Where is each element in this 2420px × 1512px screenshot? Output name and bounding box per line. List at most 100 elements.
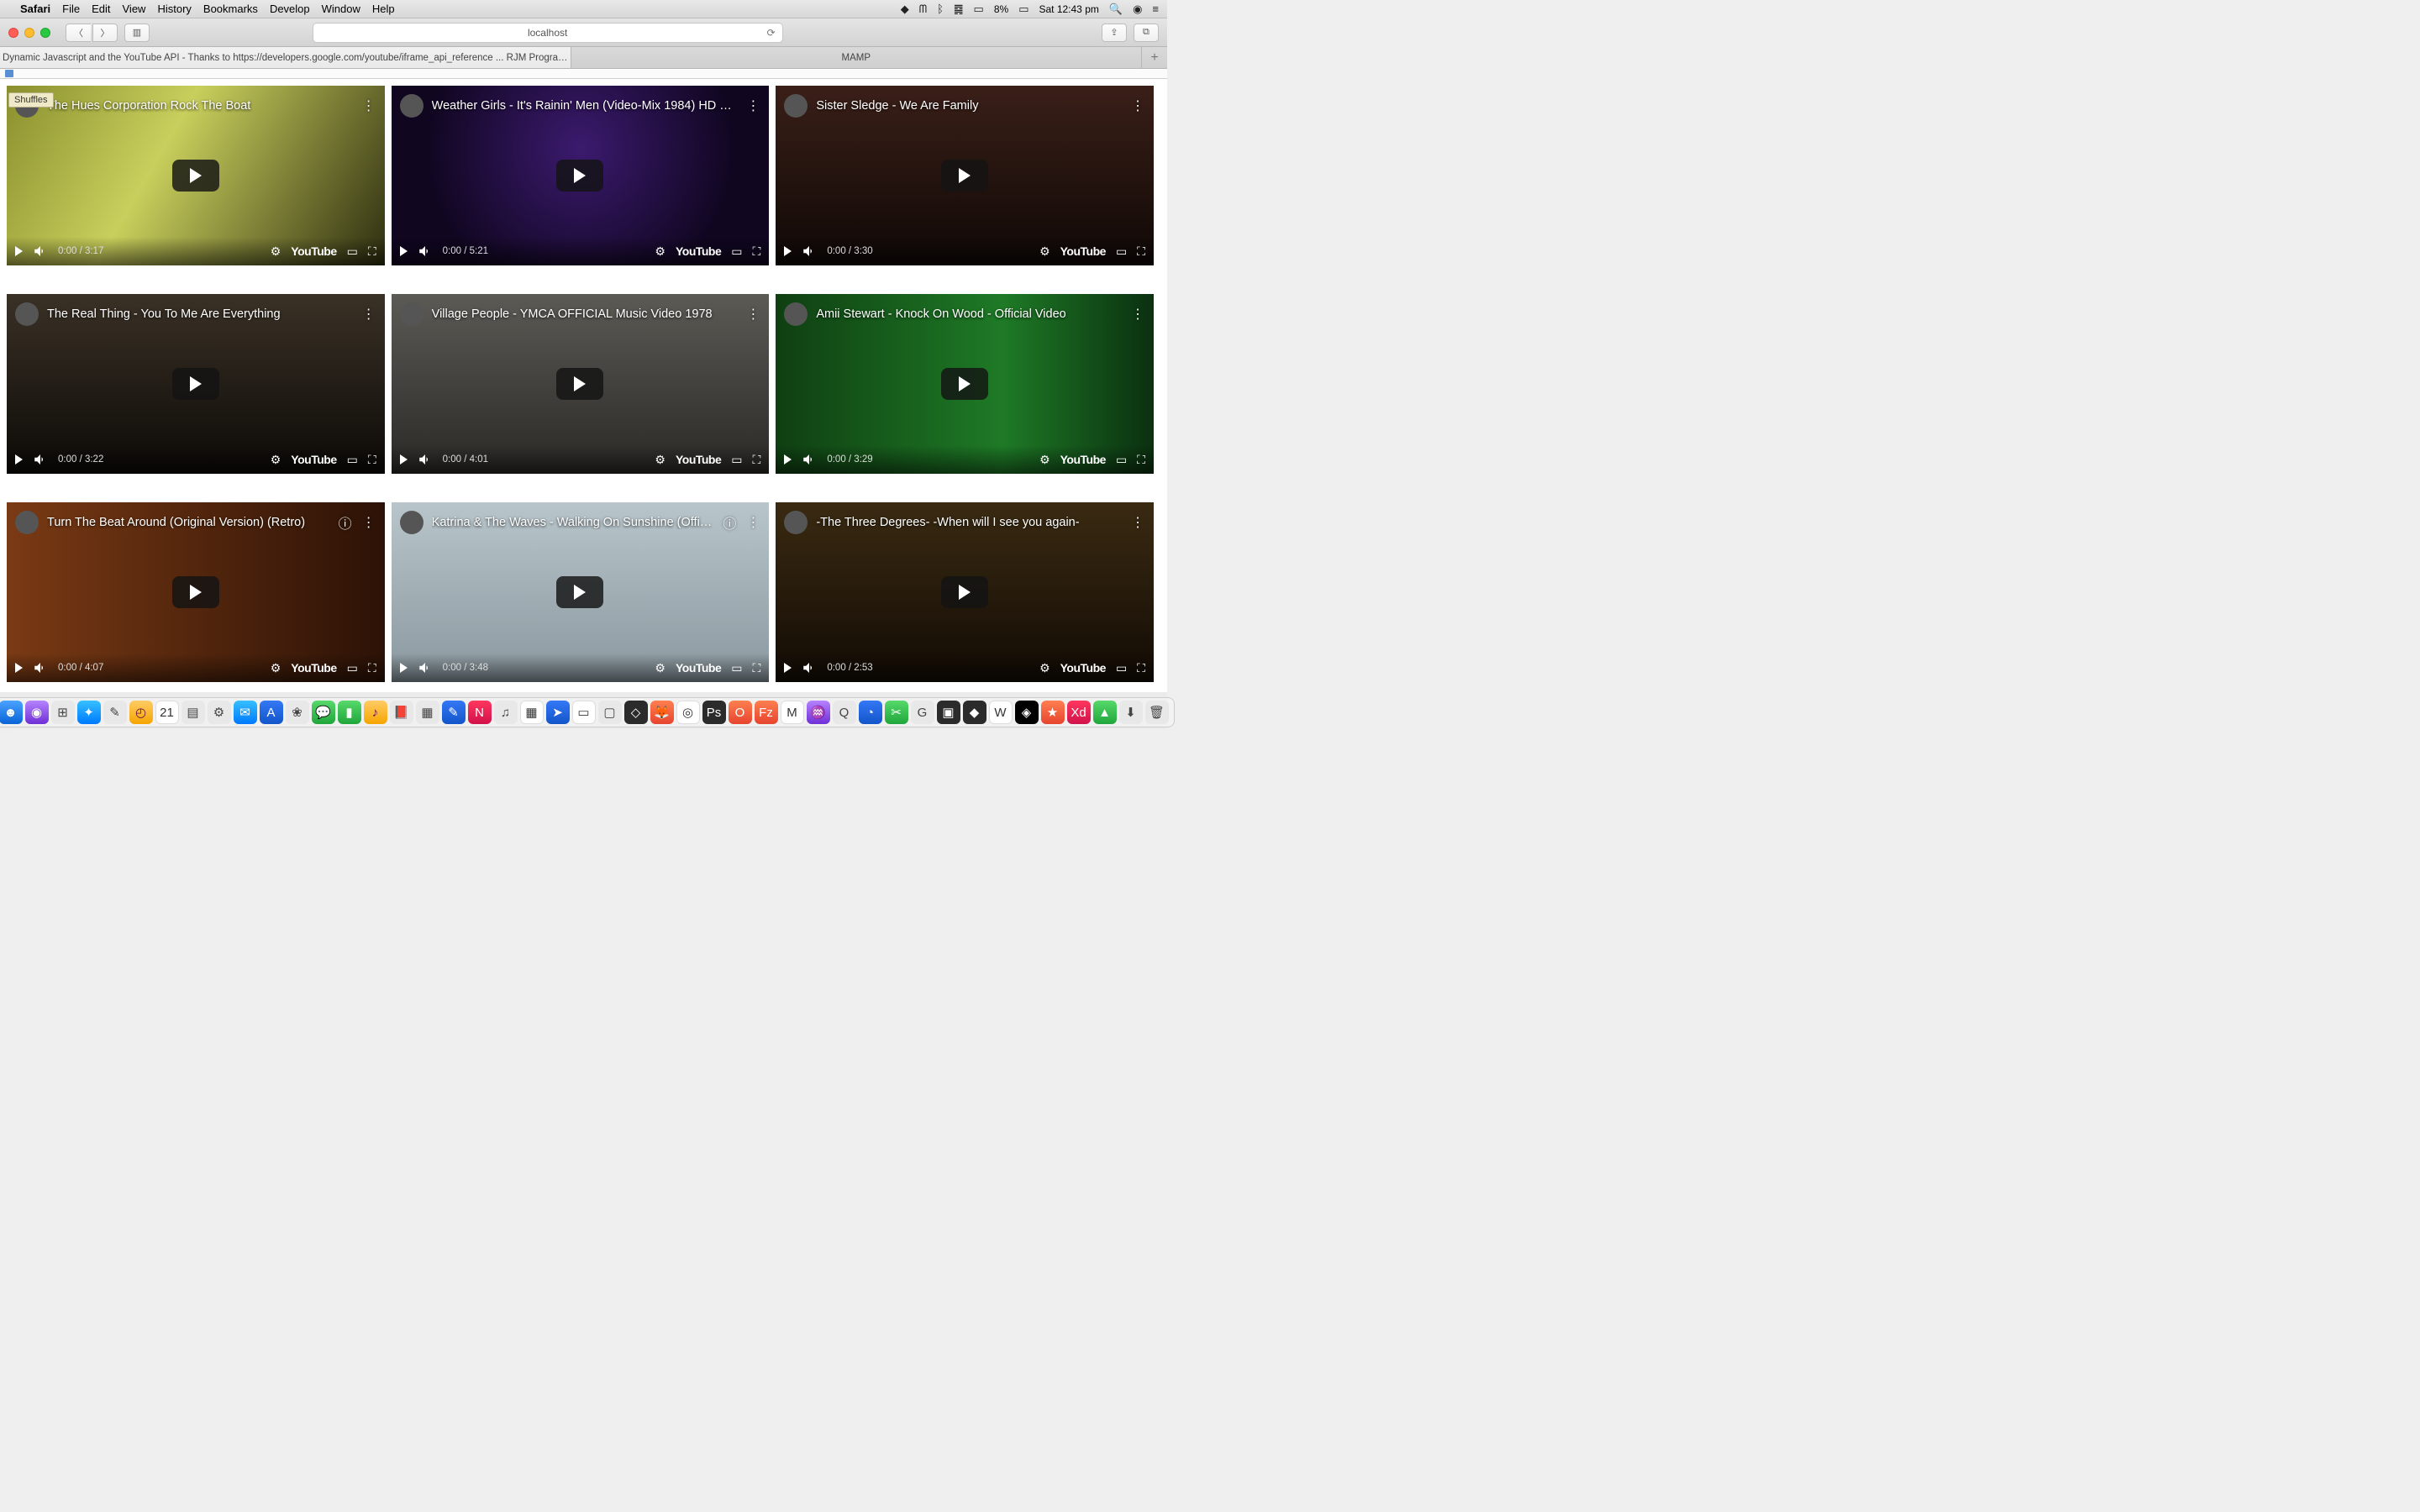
new-tab-button[interactable]: + (1142, 47, 1167, 68)
close-window-button[interactable] (8, 28, 18, 38)
more-options-icon[interactable]: ⋮ (745, 98, 760, 113)
dock-diskutil-icon[interactable]: ◔ (859, 701, 882, 724)
dock-phpstorm-icon[interactable]: Ps (702, 701, 726, 724)
play-overlay-button[interactable] (172, 368, 219, 400)
dock-appstore-icon[interactable]: A (260, 701, 283, 724)
share-button[interactable]: ⇪ (1102, 24, 1127, 42)
show-tabs-button[interactable]: ⧉ (1134, 24, 1159, 42)
youtube-logo[interactable]: YouTube (676, 661, 721, 675)
bluetooth-icon[interactable]: ᛒ (937, 3, 944, 15)
play-button[interactable] (784, 663, 792, 673)
dock-photos-icon[interactable]: ❀ (286, 701, 309, 724)
settings-icon[interactable]: ⚙ (271, 453, 281, 467)
dock-mamp-icon[interactable]: M (781, 701, 804, 724)
menu-window[interactable]: Window (322, 3, 360, 15)
volume-button[interactable] (33, 244, 48, 259)
play-button[interactable] (400, 454, 408, 465)
miniplayer-icon[interactable]: ▭ (1116, 453, 1127, 467)
dock-finder-icon[interactable]: ☻ (0, 701, 23, 724)
play-button[interactable] (15, 454, 23, 465)
menu-help[interactable]: Help (372, 3, 395, 15)
dock-dictionary-icon[interactable]: 📕 (390, 701, 413, 724)
play-button[interactable] (784, 246, 792, 256)
tab-active[interactable]: Dynamic Javascript and the YouTube API -… (0, 47, 571, 68)
channel-avatar[interactable] (15, 511, 39, 534)
fullscreen-icon[interactable]: ⛶ (1137, 661, 1145, 675)
siri-icon[interactable]: ◉ (1133, 3, 1142, 16)
more-options-icon[interactable]: ⋮ (361, 515, 376, 530)
video-player[interactable]: -The Three Degrees- -When will I see you… (776, 502, 1154, 682)
dock-blender-icon[interactable]: ◆ (963, 701, 986, 724)
dock-textedit-icon[interactable]: ✎ (103, 701, 127, 724)
video-player[interactable]: Katrina & The Waves - Walking On Sunshin… (392, 502, 770, 682)
back-button[interactable]: 〈 (66, 24, 91, 42)
dock-terminal-icon[interactable]: ▢ (598, 701, 622, 724)
dock-terminal2-icon[interactable]: ▣ (937, 701, 960, 724)
play-button[interactable] (400, 246, 408, 256)
menu-extras-icon[interactable]: ≡ (1152, 3, 1159, 15)
play-overlay-button[interactable] (556, 576, 603, 608)
dock-xd-icon[interactable]: Xd (1067, 701, 1091, 724)
avast-icon[interactable]: ◆ (901, 3, 909, 16)
youtube-logo[interactable]: YouTube (291, 661, 336, 675)
fullscreen-icon[interactable]: ⛶ (753, 453, 761, 467)
malwarebytes-icon[interactable]: ᗰ (919, 3, 927, 16)
play-overlay-button[interactable] (941, 368, 988, 400)
dock-audacity-icon[interactable]: ♒ (807, 701, 830, 724)
dock-keynote-icon[interactable]: ▭ (572, 701, 596, 724)
dock-numbers-icon[interactable]: ▦ (416, 701, 439, 724)
settings-icon[interactable]: ⚙ (1039, 661, 1050, 675)
video-player[interactable]: Sister Sledge - We Are Family⋮0:00 / 3:3… (776, 86, 1154, 265)
dock-calendar-icon[interactable]: 21 (155, 701, 179, 724)
miniplayer-icon[interactable]: ▭ (347, 453, 358, 467)
more-options-icon[interactable]: ⋮ (745, 515, 760, 530)
channel-avatar[interactable] (784, 302, 808, 326)
info-icon[interactable]: ⓘ (338, 515, 353, 530)
wifi-icon[interactable]: ䷸ (954, 3, 964, 16)
menu-edit[interactable]: Edit (92, 3, 110, 15)
fullscreen-icon[interactable]: ⛶ (368, 453, 376, 467)
battery-icon[interactable]: ▭ (1018, 3, 1028, 16)
settings-icon[interactable]: ⚙ (655, 244, 666, 259)
dock-pages-icon[interactable]: ✎ (442, 701, 466, 724)
volume-button[interactable] (802, 660, 817, 675)
dock-systemprefs-icon[interactable]: ⚙ (208, 701, 231, 724)
miniplayer-icon[interactable]: ▭ (1116, 661, 1127, 675)
dock-gimp-icon[interactable]: G (911, 701, 934, 724)
menu-develop[interactable]: Develop (270, 3, 310, 15)
more-options-icon[interactable]: ⋮ (1130, 98, 1145, 113)
dock-siri-icon[interactable]: ◉ (25, 701, 49, 724)
channel-avatar[interactable] (784, 511, 808, 534)
settings-icon[interactable]: ⚙ (655, 661, 666, 675)
video-player[interactable]: The Hues Corporation Rock The Boat⋮0:00 … (7, 86, 385, 265)
reload-icon[interactable]: ⟳ (767, 27, 776, 39)
youtube-logo[interactable]: YouTube (291, 453, 336, 466)
menu-bookmarks[interactable]: Bookmarks (203, 3, 258, 15)
channel-avatar[interactable] (400, 302, 424, 326)
fullscreen-icon[interactable]: ⛶ (368, 244, 376, 259)
play-overlay-button[interactable] (172, 576, 219, 608)
fullscreen-icon[interactable]: ⛶ (1137, 244, 1145, 259)
more-options-icon[interactable]: ⋮ (1130, 515, 1145, 530)
miniplayer-icon[interactable]: ▭ (731, 244, 742, 259)
dock-downloads-icon[interactable]: ⬇ (1119, 701, 1143, 724)
dock-dashboard-icon[interactable]: ◴ (129, 701, 153, 724)
channel-avatar[interactable] (400, 94, 424, 118)
active-app-name[interactable]: Safari (20, 3, 50, 15)
dock-messages-icon[interactable]: 💬 (312, 701, 335, 724)
video-player[interactable]: Village People - YMCA OFFICIAL Music Vid… (392, 294, 770, 474)
fullscreen-icon[interactable]: ⛶ (753, 661, 761, 675)
miniplayer-icon[interactable]: ▭ (347, 661, 358, 675)
airplay-icon[interactable]: ▭ (974, 3, 984, 16)
volume-button[interactable] (33, 452, 48, 467)
channel-avatar[interactable] (400, 511, 424, 534)
volume-button[interactable] (802, 452, 817, 467)
youtube-logo[interactable]: YouTube (1060, 244, 1106, 258)
menu-file[interactable]: File (62, 3, 80, 15)
dock-quicktime-icon[interactable]: Q (833, 701, 856, 724)
video-player[interactable]: Turn The Beat Around (Original Version) … (7, 502, 385, 682)
play-overlay-button[interactable] (556, 160, 603, 192)
dock-garageband-icon[interactable]: ♪ (364, 701, 387, 724)
play-overlay-button[interactable] (556, 368, 603, 400)
dock-calculator-icon[interactable]: ▦ (520, 701, 544, 724)
